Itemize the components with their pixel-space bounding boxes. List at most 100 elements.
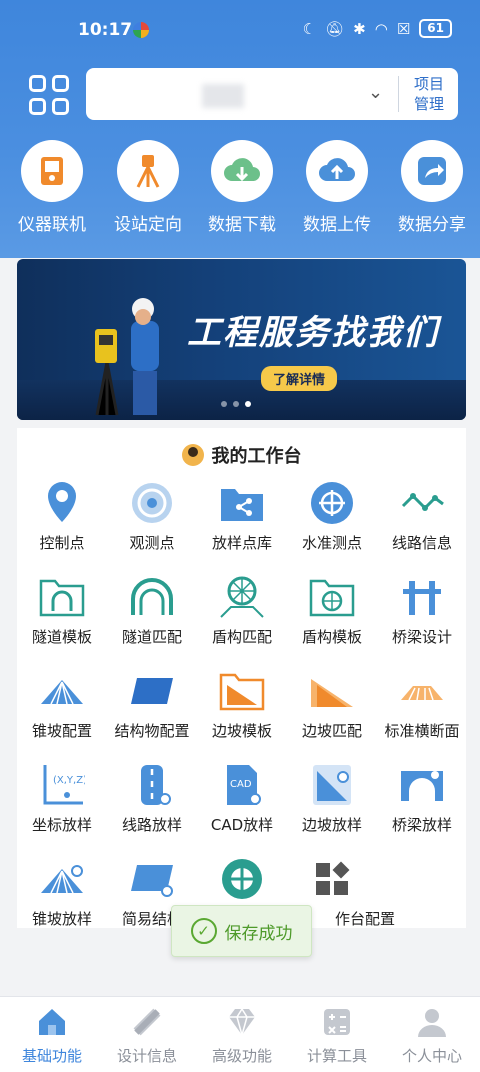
tab-label: 高级功能 — [211, 1047, 272, 1065]
workbench-item-observation-point[interactable]: 观测点 — [107, 480, 197, 560]
mute-icon: 🔕︎ — [325, 19, 345, 38]
quick-actions: 仪器联机 设站定向 数据下载 数据上传 数据分享 — [0, 140, 480, 240]
tab-design-info[interactable]: 设计信息 — [99, 1005, 195, 1066]
tab-calc-tools[interactable]: 计算工具 — [289, 1005, 385, 1066]
tab-basic-functions[interactable]: 基础功能 — [4, 1005, 100, 1066]
workbench-item-label: 线路放样 — [121, 816, 182, 834]
battery-icon: 61 — [419, 19, 452, 38]
quick-action-instrument[interactable]: 仪器联机 — [4, 140, 100, 235]
workbench-item-shield-template[interactable]: 盾构模板 — [287, 574, 377, 654]
close-box-icon: ☒ — [396, 19, 411, 38]
cloud-download-icon — [211, 140, 273, 202]
promo-banner[interactable]: 工程服务找我们 了解详情 — [17, 259, 466, 420]
workbench-item-label: 标准横断面 — [384, 722, 460, 740]
workbench-item-stakeout-library[interactable]: 放样点库 — [197, 480, 287, 560]
workbench-title-text: 我的工作台 — [211, 446, 302, 467]
apps-grid-icon[interactable] — [29, 75, 71, 117]
workbench-item-label: 盾构匹配 — [211, 628, 272, 646]
home-icon — [35, 1005, 69, 1039]
workbench-item-bridge-stakeout[interactable]: 桥梁放样 — [377, 762, 467, 842]
quick-action-upload[interactable]: 数据上传 — [289, 140, 385, 235]
workbench-item-slope-match[interactable]: 边坡匹配 — [287, 668, 377, 748]
chevron-down-icon[interactable]: ⌄ — [368, 82, 383, 103]
status-icons: ☾ 🔕︎ ✱ ◠ ☒ 61 — [303, 19, 452, 38]
workbench-item-label: 线路信息 — [391, 534, 452, 552]
tab-label: 个人中心 — [401, 1047, 462, 1065]
quick-action-label: 仪器联机 — [18, 215, 86, 235]
workbench-item-structure-config[interactable]: 结构物配置 — [107, 668, 197, 748]
coordinate-icon: (X,Y,Z) — [37, 762, 87, 808]
road-stakeout-icon — [127, 762, 177, 808]
toast-text: 保存成功 — [224, 923, 293, 944]
quick-action-label: 数据上传 — [303, 215, 371, 235]
slope-stakeout-icon — [307, 762, 357, 808]
quick-action-download[interactable]: 数据下载 — [194, 140, 290, 235]
location-pin-icon — [37, 480, 87, 526]
cad-file-icon: CAD — [217, 762, 267, 808]
bluetooth-icon: ✱ — [353, 19, 366, 38]
workbench-item-cad-stakeout[interactable]: CAD CAD放样 — [197, 762, 287, 842]
workbench-item-label: 边坡放样 — [301, 816, 362, 834]
workbench-item-level-point[interactable]: 水准测点 — [287, 480, 377, 560]
carousel-dot[interactable] — [221, 401, 227, 407]
tripod-icon — [117, 140, 179, 202]
workbench-item-shield-match[interactable]: 盾构匹配 — [197, 574, 287, 654]
tab-label: 计算工具 — [306, 1047, 367, 1065]
workbench-item-tunnel-template[interactable]: 隧道模板 — [17, 574, 107, 654]
workbench-item-control-point[interactable]: 控制点 — [17, 480, 107, 560]
workbench-item-label: 水准测点 — [301, 534, 362, 552]
workbench-item-label: CAD放样 — [210, 816, 274, 834]
workbench-item-tunnel-match[interactable]: 隧道匹配 — [107, 574, 197, 654]
target-icon — [127, 480, 177, 526]
bottom-tab-bar: 基础功能 设计信息 高级功能 计算工具 个人中心 — [0, 996, 480, 1072]
workbench-item-bridge-design[interactable]: 桥梁设计 — [377, 574, 467, 654]
banner-title: 工程服务找我们 — [187, 313, 439, 353]
surveyor-illustration — [95, 298, 159, 416]
workbench-item-coordinate-stakeout[interactable]: (X,Y,Z) 坐标放样 — [17, 762, 107, 842]
workbench-item-label: 结构物配置 — [114, 722, 190, 740]
workbench-item-slope-stakeout[interactable]: 边坡放样 — [287, 762, 377, 842]
workbench-item-label: 边坡匹配 — [301, 722, 362, 740]
cone-slope-icon — [37, 668, 87, 714]
banner-details-button[interactable]: 了解详情 — [261, 366, 338, 391]
save-success-toast: ✓ 保存成功 — [171, 905, 312, 957]
moon-icon: ☾ — [302, 19, 317, 38]
workbench-item-cone-slope-config[interactable]: 锥坡配置 — [17, 668, 107, 748]
project-name — [202, 84, 244, 108]
project-manage-label-1: 项目 — [413, 75, 444, 93]
workbench-item-label: 盾构模板 — [301, 628, 362, 646]
workbench-item-standard-cross-section[interactable]: 标准横断面 — [377, 668, 467, 748]
bridge-stakeout-icon — [397, 762, 447, 808]
diamond-icon — [225, 1005, 259, 1039]
tab-personal-center[interactable]: 个人中心 — [384, 1005, 480, 1066]
ruler-pencil-icon — [130, 1005, 164, 1039]
workbench-title: 我的工作台 — [17, 442, 466, 468]
workbench-item-label: 隧道匹配 — [121, 628, 182, 646]
slope-folder-icon — [217, 668, 267, 714]
workbench-item-slope-template[interactable]: 边坡模板 — [197, 668, 287, 748]
instrument-icon — [21, 140, 83, 202]
slope-layers-icon — [307, 668, 357, 714]
crosshair-icon — [307, 480, 357, 526]
divider — [398, 76, 399, 112]
workbench-item-label: 观测点 — [129, 534, 175, 552]
tab-label: 基础功能 — [21, 1047, 82, 1065]
project-manage-button[interactable]: 项目 管理 — [406, 74, 452, 114]
workbench-item-label: 控制点 — [39, 534, 85, 552]
tunnel-arch-icon — [127, 574, 177, 620]
tunnel-folder-icon — [37, 574, 87, 620]
workbench-item-cone-stakeout[interactable]: 锥坡放样 — [17, 856, 107, 936]
project-selector[interactable]: ⌄ 项目 管理 — [86, 68, 458, 120]
carousel-dot[interactable] — [233, 401, 239, 407]
bridge-pier-icon — [397, 574, 447, 620]
quick-action-share[interactable]: 数据分享 — [384, 140, 480, 235]
carousel-dot-active[interactable] — [245, 401, 251, 407]
tab-advanced-functions[interactable]: 高级功能 — [194, 1005, 290, 1066]
workbench-item-route-stakeout[interactable]: 线路放样 — [107, 762, 197, 842]
svg-text:(X,Y,Z): (X,Y,Z) — [53, 775, 85, 786]
grid-config-icon — [307, 856, 357, 902]
quick-action-station[interactable]: 设站定向 — [100, 140, 196, 235]
share-icon — [401, 140, 463, 202]
cloud-upload-icon — [306, 140, 368, 202]
workbench-item-route-info[interactable]: 线路信息 — [377, 480, 467, 560]
